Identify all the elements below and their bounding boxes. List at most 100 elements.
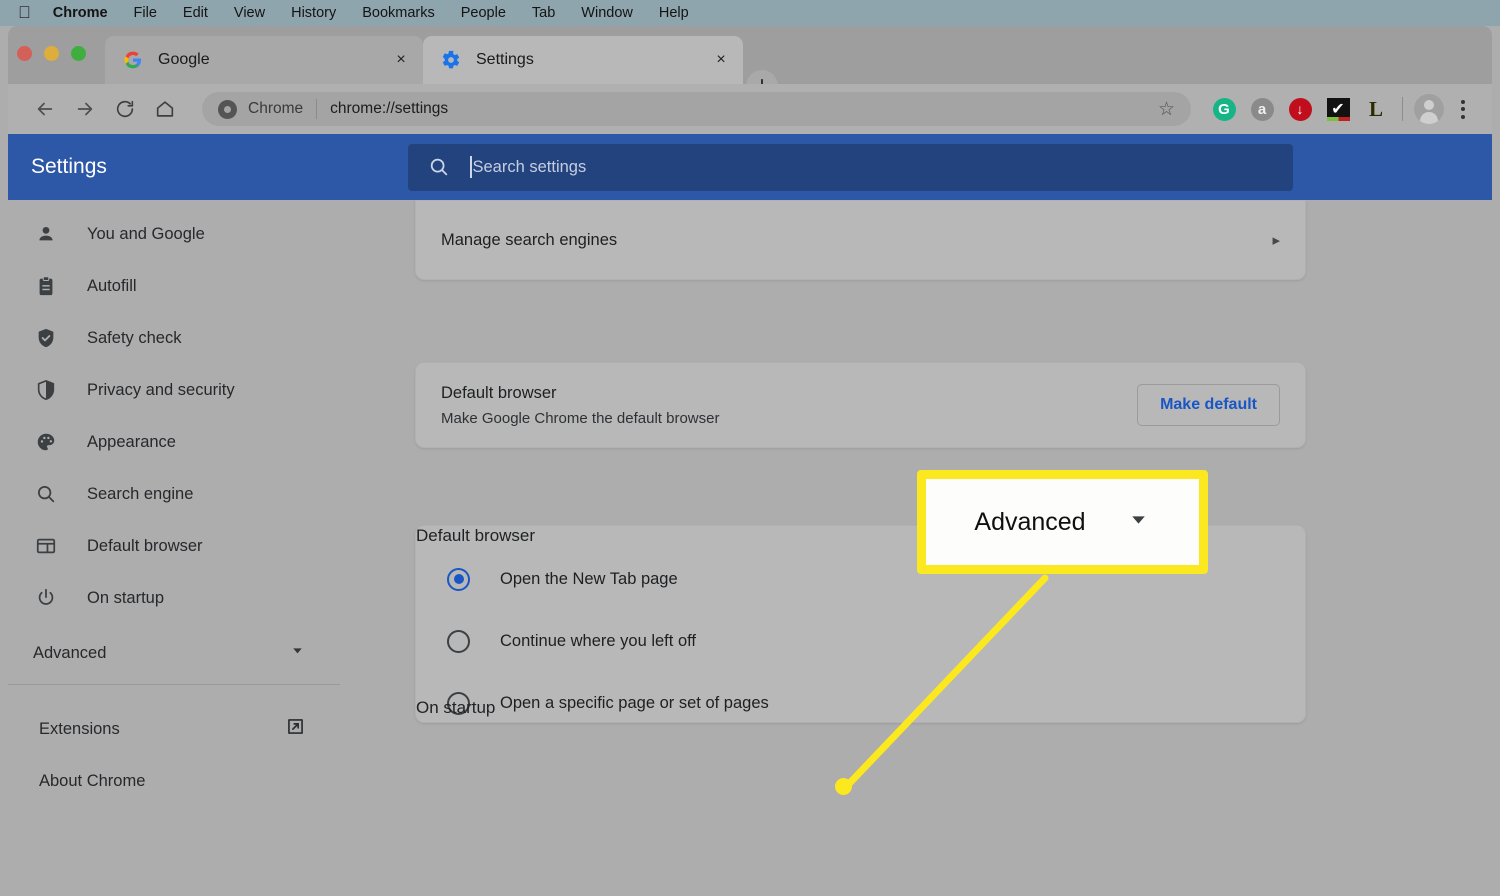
maximize-window-button[interactable] — [71, 46, 86, 61]
google-icon — [123, 50, 143, 70]
back-arrow-icon[interactable] — [28, 92, 62, 126]
section-heading-default-browser: Default browser — [416, 526, 536, 545]
address-divider — [316, 99, 318, 119]
annotation-pointer-dot — [835, 778, 852, 795]
annotation-callout: Advanced — [917, 470, 1208, 574]
settings-main-content: Manage search engines ▸ Default browser … — [340, 200, 1492, 896]
startup-option-continue[interactable]: Continue where you left off — [416, 610, 1305, 672]
chevron-down-icon — [1126, 507, 1151, 537]
menu-item-chrome[interactable]: Chrome — [53, 5, 121, 21]
sidebar-item-search-engine[interactable]: Search engine — [8, 468, 340, 520]
search-icon — [428, 156, 450, 178]
sidebar-item-you-and-google[interactable]: You and Google — [8, 208, 340, 260]
menu-item-bookmarks[interactable]: Bookmarks — [349, 5, 448, 21]
minimize-window-button[interactable] — [44, 46, 59, 61]
clipboard-icon — [33, 275, 59, 297]
shield-icon — [33, 379, 59, 401]
lastpass-extension-icon[interactable]: L — [1357, 90, 1395, 128]
sidebar-item-label: You and Google — [87, 224, 205, 243]
home-icon[interactable] — [148, 92, 182, 126]
power-icon — [33, 587, 59, 609]
forward-arrow-icon[interactable] — [68, 92, 102, 126]
sidebar-item-label: Extensions — [39, 719, 120, 738]
menu-item-history[interactable]: History — [278, 5, 349, 21]
address-bar-url: chrome://settings — [330, 100, 449, 117]
sidebar-item-about-chrome[interactable]: About Chrome — [8, 755, 340, 807]
search-settings-input[interactable]: Search settings — [408, 143, 1293, 191]
person-icon — [33, 223, 59, 245]
menu-item-file[interactable]: File — [121, 5, 170, 21]
window-controls — [17, 46, 86, 61]
tab-strip: Google × Settings × + — [8, 26, 1492, 102]
toolbar-divider — [1402, 97, 1403, 121]
menu-item-view[interactable]: View — [221, 5, 278, 21]
sidebar-item-label: About Chrome — [39, 771, 146, 790]
default-browser-title: Default browser — [441, 383, 557, 402]
sidebar-item-label: Safety check — [87, 328, 182, 347]
text-cursor — [470, 156, 472, 178]
close-window-button[interactable] — [17, 46, 32, 61]
three-dot-menu-icon[interactable] — [1448, 92, 1478, 126]
palette-icon — [33, 431, 59, 453]
sidebar-item-default-browser[interactable]: Default browser — [8, 520, 340, 572]
menu-item-window[interactable]: Window — [568, 5, 646, 21]
manage-search-engines-row[interactable]: Manage search engines ▸ — [415, 200, 1306, 280]
grammarly-extension-icon[interactable]: G — [1205, 90, 1243, 128]
external-link-icon — [285, 716, 306, 742]
tab-settings[interactable]: Settings × — [423, 36, 743, 84]
sidebar-item-label: Autofill — [87, 276, 137, 295]
apple-logo-icon[interactable]:  — [18, 4, 31, 21]
close-tab-button[interactable]: × — [391, 50, 411, 70]
section-heading-on-startup: On startup — [416, 698, 496, 717]
settings-body: You and Google Autofill Safety check Pri… — [8, 200, 1492, 896]
browser-window-icon — [33, 535, 59, 557]
shield-check-icon — [33, 327, 59, 349]
chevron-down-icon — [289, 642, 306, 664]
sidebar-item-extensions[interactable]: Extensions — [8, 703, 340, 755]
screenshot-root:  Chrome File Edit View History Bookmark… — [0, 0, 1500, 896]
chrome-window: Google × Settings × + — [8, 26, 1492, 896]
annotation-callout-label: Advanced — [974, 507, 1086, 536]
search-icon — [33, 483, 59, 505]
star-icon[interactable]: ☆ — [1158, 98, 1175, 121]
menu-item-people[interactable]: People — [448, 5, 519, 21]
sidebar-item-label: On startup — [87, 588, 165, 607]
close-tab-button[interactable]: × — [711, 50, 731, 70]
site-identity-label: Chrome — [248, 100, 304, 117]
menu-item-edit[interactable]: Edit — [170, 5, 221, 21]
gear-icon — [441, 50, 461, 70]
settings-header: Settings Search settings — [8, 134, 1492, 200]
make-default-button[interactable]: Make default — [1137, 384, 1280, 426]
menu-item-tab[interactable]: Tab — [519, 5, 568, 21]
chevron-right-icon: ▸ — [1272, 232, 1280, 249]
amazon-assistant-extension-icon[interactable]: a — [1243, 90, 1281, 128]
tab-google[interactable]: Google × — [105, 36, 423, 84]
reload-icon[interactable] — [108, 92, 142, 126]
sidebar-item-label: Appearance — [87, 432, 176, 451]
radio-button-selected[interactable] — [447, 567, 470, 591]
address-bar[interactable]: Chrome chrome://settings ☆ — [202, 92, 1191, 126]
checkmark-extension-icon[interactable]: ✔ — [1319, 90, 1357, 128]
default-browser-subtitle: Make Google Chrome the default browser — [441, 409, 720, 427]
sidebar-advanced-label: Advanced — [33, 643, 107, 662]
sidebar-item-autofill[interactable]: Autofill — [8, 260, 340, 312]
extensions-area: G a ↓ ✔ L — [1205, 90, 1478, 128]
startup-option-specific-page[interactable]: Open a specific page or set of pages — [416, 672, 1305, 734]
macos-menu-bar:  Chrome File Edit View History Bookmark… — [0, 0, 1500, 26]
download-extension-icon[interactable]: ↓ — [1281, 90, 1319, 128]
sidebar-item-label: Default browser — [87, 536, 203, 555]
sidebar-item-safety-check[interactable]: Safety check — [8, 312, 340, 364]
sidebar-item-appearance[interactable]: Appearance — [8, 416, 340, 468]
row-label: Manage search engines — [441, 230, 618, 249]
sidebar-item-privacy-and-security[interactable]: Privacy and security — [8, 364, 340, 416]
radio-label: Continue where you left off — [500, 631, 696, 650]
sidebar-item-advanced[interactable]: Advanced — [8, 624, 340, 682]
radio-button[interactable] — [447, 629, 470, 653]
sidebar-item-on-startup[interactable]: On startup — [8, 572, 340, 624]
default-browser-card: Default browser Make Google Chrome the d… — [415, 362, 1306, 448]
menu-item-help[interactable]: Help — [646, 5, 702, 21]
radio-label: Open the New Tab page — [500, 569, 678, 588]
sidebar-item-label: Privacy and security — [87, 380, 235, 399]
sidebar-item-label: Search engine — [87, 484, 194, 503]
profile-avatar-icon[interactable] — [1410, 90, 1448, 128]
